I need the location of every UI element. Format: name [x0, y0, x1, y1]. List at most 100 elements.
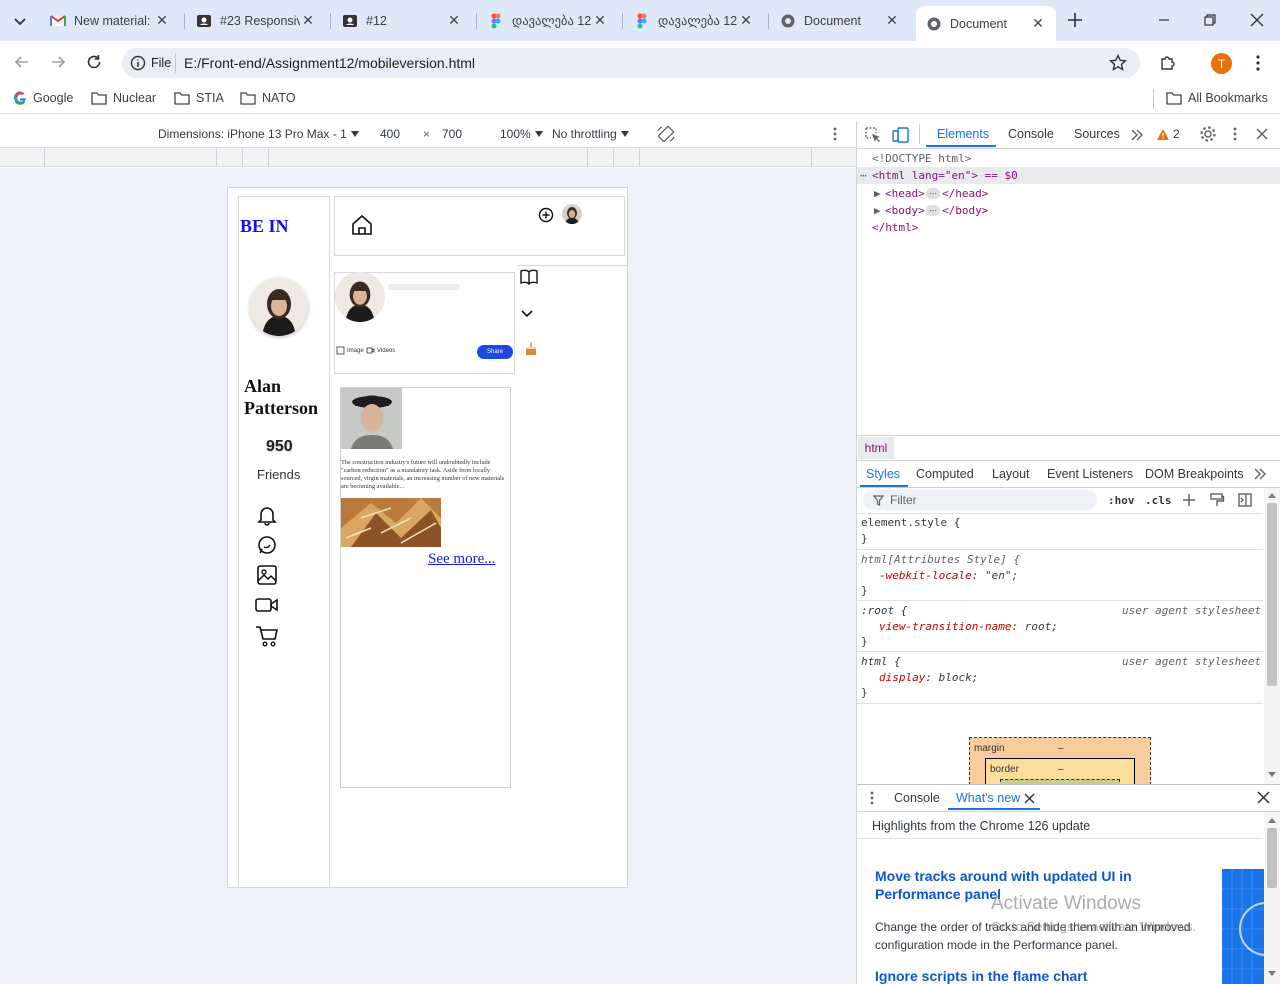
- expand-arrow-icon[interactable]: ▶: [874, 187, 881, 200]
- tab-responsive[interactable]: #23 Responsiv ✕: [186, 6, 326, 35]
- dom-html-open[interactable]: <html lang="en"> == $0: [872, 169, 1018, 182]
- bell-icon[interactable]: [256, 504, 278, 526]
- height-input[interactable]: 700: [442, 127, 462, 141]
- box-model-margin[interactable]: margin – border –: [969, 737, 1151, 785]
- cart-icon[interactable]: [255, 624, 279, 648]
- scroll-down-icon[interactable]: [1267, 970, 1277, 978]
- styles-tab[interactable]: Styles: [866, 467, 900, 481]
- profile-avatar-large[interactable]: [250, 278, 308, 336]
- chevron-down-icon[interactable]: [520, 308, 534, 320]
- paint-roller-icon[interactable]: [1209, 492, 1225, 508]
- close-icon[interactable]: ✕: [884, 12, 900, 29]
- tab-figma-1[interactable]: დავალება 12 ✕: [478, 6, 618, 35]
- profile-avatar[interactable]: T: [1211, 53, 1232, 74]
- rule-selector-html[interactable]: html {: [861, 655, 901, 668]
- close-icon[interactable]: [1024, 793, 1035, 804]
- bookmark-google[interactable]: Google: [13, 91, 73, 105]
- dom-breakpoints-tab[interactable]: DOM Breakpoints: [1145, 467, 1244, 481]
- composer-videos-button[interactable]: Videos: [366, 346, 395, 355]
- cls-toggle[interactable]: .cls: [1145, 494, 1172, 507]
- scroll-up-icon[interactable]: [1267, 491, 1277, 499]
- birthday-cake-icon[interactable]: [523, 338, 539, 358]
- rule-selector-root[interactable]: :root {: [861, 604, 907, 617]
- bookmark-folder-nuclear[interactable]: Nuclear: [91, 91, 156, 105]
- hov-toggle[interactable]: :hov: [1108, 494, 1135, 507]
- bookmark-folder-stia[interactable]: STIA: [174, 91, 224, 105]
- expand-arrow-icon[interactable]: ▶: [874, 204, 881, 217]
- close-icon[interactable]: ✕: [446, 12, 462, 29]
- close-icon[interactable]: ✕: [300, 12, 316, 29]
- device-more-button[interactable]: [828, 126, 842, 142]
- device-select[interactable]: Dimensions: iPhone 13 Pro Max - 1: [158, 127, 360, 141]
- width-input[interactable]: 400: [380, 127, 400, 141]
- close-icon[interactable]: [1257, 791, 1270, 804]
- dom-body-open[interactable]: <body>: [885, 204, 925, 217]
- rule-declaration[interactable]: view-transition-name: root;: [879, 620, 1058, 633]
- collapsed-ellipsis-icon[interactable]: ⋯: [926, 205, 940, 216]
- site-info-chip[interactable]: File: [130, 55, 171, 71]
- all-bookmarks-button[interactable]: All Bookmarks: [1166, 91, 1268, 105]
- gear-icon[interactable]: [1199, 125, 1217, 143]
- add-circle-icon[interactable]: [538, 207, 554, 223]
- throttle-select[interactable]: No throttling: [552, 127, 630, 141]
- rule-declaration[interactable]: display: block;: [879, 671, 978, 684]
- tab-document-1[interactable]: Document ✕: [770, 6, 910, 35]
- brand-logo[interactable]: BE IN: [240, 216, 289, 237]
- book-icon[interactable]: [519, 268, 539, 286]
- event-listeners-tab[interactable]: Event Listeners: [1047, 467, 1133, 481]
- close-icon[interactable]: ✕: [738, 12, 754, 29]
- rule-selector-element-style[interactable]: element.style {: [861, 516, 960, 529]
- close-icon[interactable]: ✕: [592, 12, 608, 29]
- drawer-tab-whats-new[interactable]: What's new: [956, 791, 1020, 805]
- back-button[interactable]: [12, 52, 32, 72]
- computed-tab[interactable]: Computed: [916, 467, 974, 481]
- home-icon[interactable]: [350, 213, 374, 237]
- restore-button[interactable]: [1200, 10, 1220, 30]
- box-model-border[interactable]: border –: [985, 758, 1135, 784]
- warnings-counter[interactable]: 2: [1156, 127, 1180, 141]
- header-avatar[interactable]: [562, 204, 582, 224]
- drawer-tab-console[interactable]: Console: [894, 791, 940, 805]
- see-more-link[interactable]: See more...: [428, 551, 495, 568]
- minimize-button[interactable]: [1154, 10, 1174, 30]
- tab-figma-2[interactable]: დავალება 12 ✕: [624, 6, 764, 35]
- composer-input[interactable]: [388, 284, 460, 290]
- article-thumbnail[interactable]: [1222, 869, 1264, 984]
- collapsed-ellipsis-icon[interactable]: ⋯: [926, 188, 940, 199]
- devtools-tab-sources[interactable]: Sources: [1074, 127, 1120, 141]
- new-rule-icon[interactable]: [1181, 492, 1197, 508]
- sidebar-toggle-icon[interactable]: [1237, 492, 1253, 508]
- kebab-icon[interactable]: [1229, 126, 1241, 142]
- layout-tab[interactable]: Layout: [992, 467, 1030, 481]
- media-query-bar[interactable]: [0, 148, 856, 167]
- tab-search-button[interactable]: [8, 9, 32, 33]
- post-image[interactable]: [341, 498, 441, 547]
- extensions-button[interactable]: [1158, 53, 1178, 73]
- styles-filter-input[interactable]: Filter: [863, 490, 1097, 510]
- zoom-select[interactable]: 100%: [500, 127, 544, 141]
- close-icon[interactable]: [1255, 127, 1269, 141]
- inspect-element-icon[interactable]: [864, 126, 882, 144]
- device-toggle-icon[interactable]: [892, 126, 910, 144]
- share-button[interactable]: Share: [477, 345, 513, 359]
- tab-gmail[interactable]: New material: ✕: [40, 6, 180, 35]
- devtools-tab-console[interactable]: Console: [1008, 127, 1054, 141]
- close-icon[interactable]: ✕: [1030, 15, 1046, 32]
- rule-declaration[interactable]: -webkit-locale: "en";: [879, 569, 1018, 582]
- rule-selector-attributes-style[interactable]: html[Attributes Style] {: [861, 553, 1020, 566]
- scroll-up-icon[interactable]: [1267, 816, 1277, 824]
- new-tab-button[interactable]: [1064, 9, 1086, 31]
- styles-scrollbar-thumb[interactable]: [1267, 503, 1277, 686]
- close-icon[interactable]: ✕: [154, 12, 170, 29]
- chrome-menu-button[interactable]: [1250, 53, 1266, 73]
- bookmark-star-button[interactable]: [1108, 53, 1128, 73]
- bookmark-folder-nato[interactable]: NATO: [240, 91, 296, 105]
- chevron-double-right-icon[interactable]: [1130, 128, 1144, 142]
- close-window-button[interactable]: [1247, 10, 1267, 30]
- scroll-down-icon[interactable]: [1267, 771, 1277, 779]
- reload-button[interactable]: [84, 52, 104, 72]
- chevron-double-right-icon[interactable]: [1253, 467, 1267, 481]
- dom-doctype[interactable]: <!DOCTYPE html>: [872, 152, 971, 165]
- breadcrumb-html[interactable]: html: [858, 437, 894, 459]
- article-title-ignore-scripts[interactable]: Ignore scripts in the flame chart: [875, 967, 1165, 984]
